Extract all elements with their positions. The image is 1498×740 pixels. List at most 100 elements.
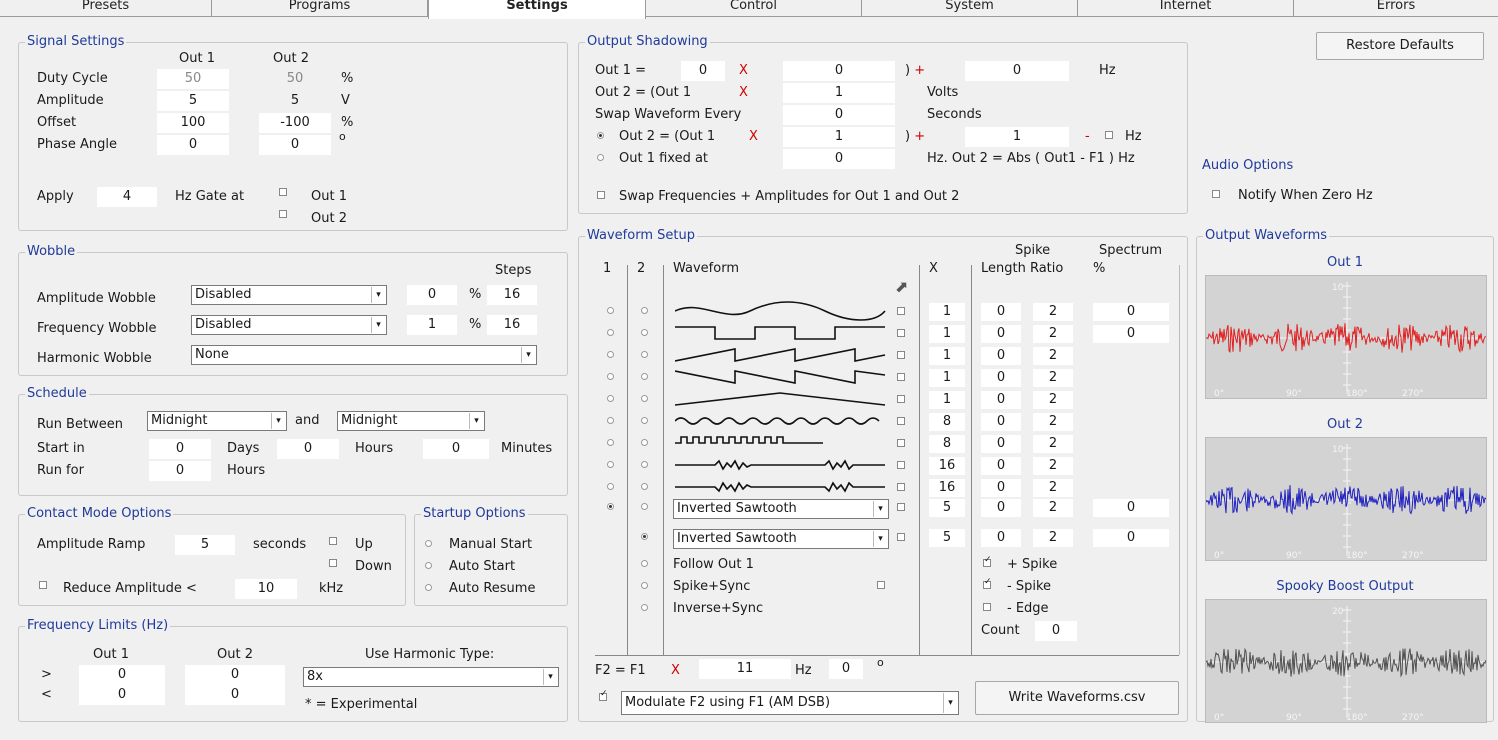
frequency-wobble-steps-input[interactable]: 16 [487,315,537,335]
waveform-out2-radio[interactable] [641,461,648,468]
up-checkbox[interactable] [329,537,337,545]
waveform-invert-checkbox[interactable] [897,351,905,359]
spike-length-input[interactable]: 0 [981,391,1021,409]
waveform-out1-radio[interactable] [607,461,614,468]
waveform-invert-checkbox[interactable] [897,395,905,403]
spike-ratio-input[interactable]: 2 [1033,347,1073,365]
gate-out2-checkbox[interactable] [279,210,287,218]
out1-offset-input[interactable]: 0 [681,61,725,81]
manual-start-radio[interactable] [425,540,432,547]
frequency-wobble-select[interactable]: Disabled ▾ [191,315,387,335]
modulate-checkbox[interactable]: ✓ [599,689,608,701]
out1-fixed-input[interactable]: 0 [783,149,895,169]
plus-spike-checkbox[interactable]: ✓ [983,555,992,567]
waveform-out1-radio[interactable] [607,483,614,490]
waveform-out2-radio[interactable] [641,533,648,540]
offset-out2-input[interactable]: -100 [259,113,331,133]
waveform-x-input[interactable]: 16 [929,457,965,475]
tab-errors[interactable]: Errors [1294,0,1498,17]
waveform-out2-radio[interactable] [641,395,648,402]
waveform-x-input[interactable]: 1 [929,347,965,365]
out1-add-hz-input[interactable]: 0 [965,61,1069,81]
spike-ratio-input[interactable]: 2 [1033,435,1073,453]
waveform-x-input[interactable]: 1 [929,391,965,409]
inverse-sync-radio[interactable] [641,604,648,611]
waveform-x-input[interactable]: 1 [929,303,965,321]
swap-frequencies-checkbox[interactable] [597,191,605,199]
waveform-invert-checkbox[interactable] [897,373,905,381]
amplitude-wobble-select[interactable]: Disabled ▾ [191,285,387,305]
waveform-invert-checkbox[interactable] [897,439,905,447]
custom-waveform-out1-select[interactable]: Inverted Sawtooth ▾ [673,499,889,519]
count-input[interactable]: 0 [1035,621,1077,641]
waveform-out2-radio[interactable] [641,373,648,380]
swap-seconds-input[interactable]: 0 [783,105,895,125]
out2-formula-radio[interactable] [597,132,604,139]
waveform-out1-radio[interactable] [607,307,614,314]
frequency-wobble-percent-input[interactable]: 1 [407,315,457,335]
minus-spike-checkbox[interactable]: ✓ [983,577,992,589]
start-days-input[interactable]: 0 [149,439,211,459]
amplitude-wobble-steps-input[interactable]: 16 [487,285,537,305]
spike-ratio-input[interactable]: 2 [1033,303,1073,321]
duty-cycle-out1-input[interactable]: 50 [157,69,229,89]
tab-presets[interactable]: Presets [0,0,212,17]
run-from-select[interactable]: Midnight ▾ [147,411,287,431]
start-hours-input[interactable]: 0 [277,439,339,459]
waveform-x-input[interactable]: 16 [929,479,965,497]
out2-hz-checkbox[interactable] [1105,131,1113,139]
spike-ratio-input[interactable]: 2 [1033,325,1073,343]
amplitude-wobble-percent-input[interactable]: 0 [407,285,457,305]
spike-length-input[interactable]: 0 [981,347,1021,365]
modulation-select[interactable]: Modulate F2 using F1 (AM DSB) ▾ [621,691,959,715]
spike-sync-checkbox[interactable] [877,581,885,589]
amplitude-ramp-input[interactable]: 5 [175,535,235,555]
waveform-out2-radio[interactable] [641,503,648,510]
waveform-out2-radio[interactable] [641,439,648,446]
spike-length-input[interactable]: 0 [981,457,1021,475]
waveform-out1-radio[interactable] [607,395,614,402]
auto-start-radio[interactable] [425,562,432,569]
tab-internet[interactable]: Internet [1078,0,1294,17]
waveform-invert-checkbox[interactable] [897,483,905,491]
min-out2-input[interactable]: 0 [185,685,285,705]
waveform-x-input[interactable]: 5 [929,499,965,517]
tab-system[interactable]: System [862,0,1078,17]
notify-zero-hz-checkbox[interactable] [1212,190,1220,198]
waveform-out1-radio[interactable] [607,329,614,336]
refresh-icon[interactable]: ⬈ [895,277,908,296]
waveform-out2-radio[interactable] [641,351,648,358]
waveform-x-input[interactable]: 8 [929,413,965,431]
max-out1-input[interactable]: 0 [79,665,165,685]
tab-control[interactable]: Control [646,0,862,17]
f2-multiplier-input[interactable]: 11 [699,659,791,679]
offset-out1-input[interactable]: 100 [157,113,229,133]
write-waveforms-button[interactable]: Write Waveforms.csv [975,681,1179,715]
waveform-x-input[interactable]: 1 [929,369,965,387]
amplitude-out1-input[interactable]: 5 [157,91,229,111]
spectrum-percent-input[interactable]: 0 [1093,303,1169,321]
spike-ratio-input[interactable]: 2 [1033,369,1073,387]
out2-multiplier-input[interactable]: 1 [783,127,895,147]
out2-add-input[interactable]: 1 [965,127,1069,147]
phase-out1-input[interactable]: 0 [157,135,229,155]
spike-ratio-input[interactable]: 2 [1033,499,1073,517]
reduce-amplitude-checkbox[interactable] [39,581,47,589]
waveform-out1-radio[interactable] [607,351,614,358]
spectrum-percent-input[interactable]: 0 [1093,499,1169,517]
out1-multiplier-input[interactable]: 0 [783,61,895,81]
tab-settings[interactable]: Settings [428,0,646,19]
waveform-x-input[interactable]: 5 [929,529,965,547]
custom-waveform-out2-select[interactable]: Inverted Sawtooth ▾ [673,529,889,549]
phase-out2-input[interactable]: 0 [259,135,331,155]
spike-length-input[interactable]: 0 [981,499,1021,517]
tab-programs[interactable]: Programs [212,0,428,17]
spike-ratio-input[interactable]: 2 [1033,529,1073,547]
restore-defaults-button[interactable]: Restore Defaults [1316,32,1484,60]
spike-length-input[interactable]: 0 [981,325,1021,343]
waveform-invert-checkbox[interactable] [897,503,905,511]
f2-phase-input[interactable]: 0 [829,659,863,679]
out2-volts-input[interactable]: 1 [783,83,895,103]
spike-ratio-input[interactable]: 2 [1033,413,1073,431]
auto-resume-radio[interactable] [425,584,432,591]
